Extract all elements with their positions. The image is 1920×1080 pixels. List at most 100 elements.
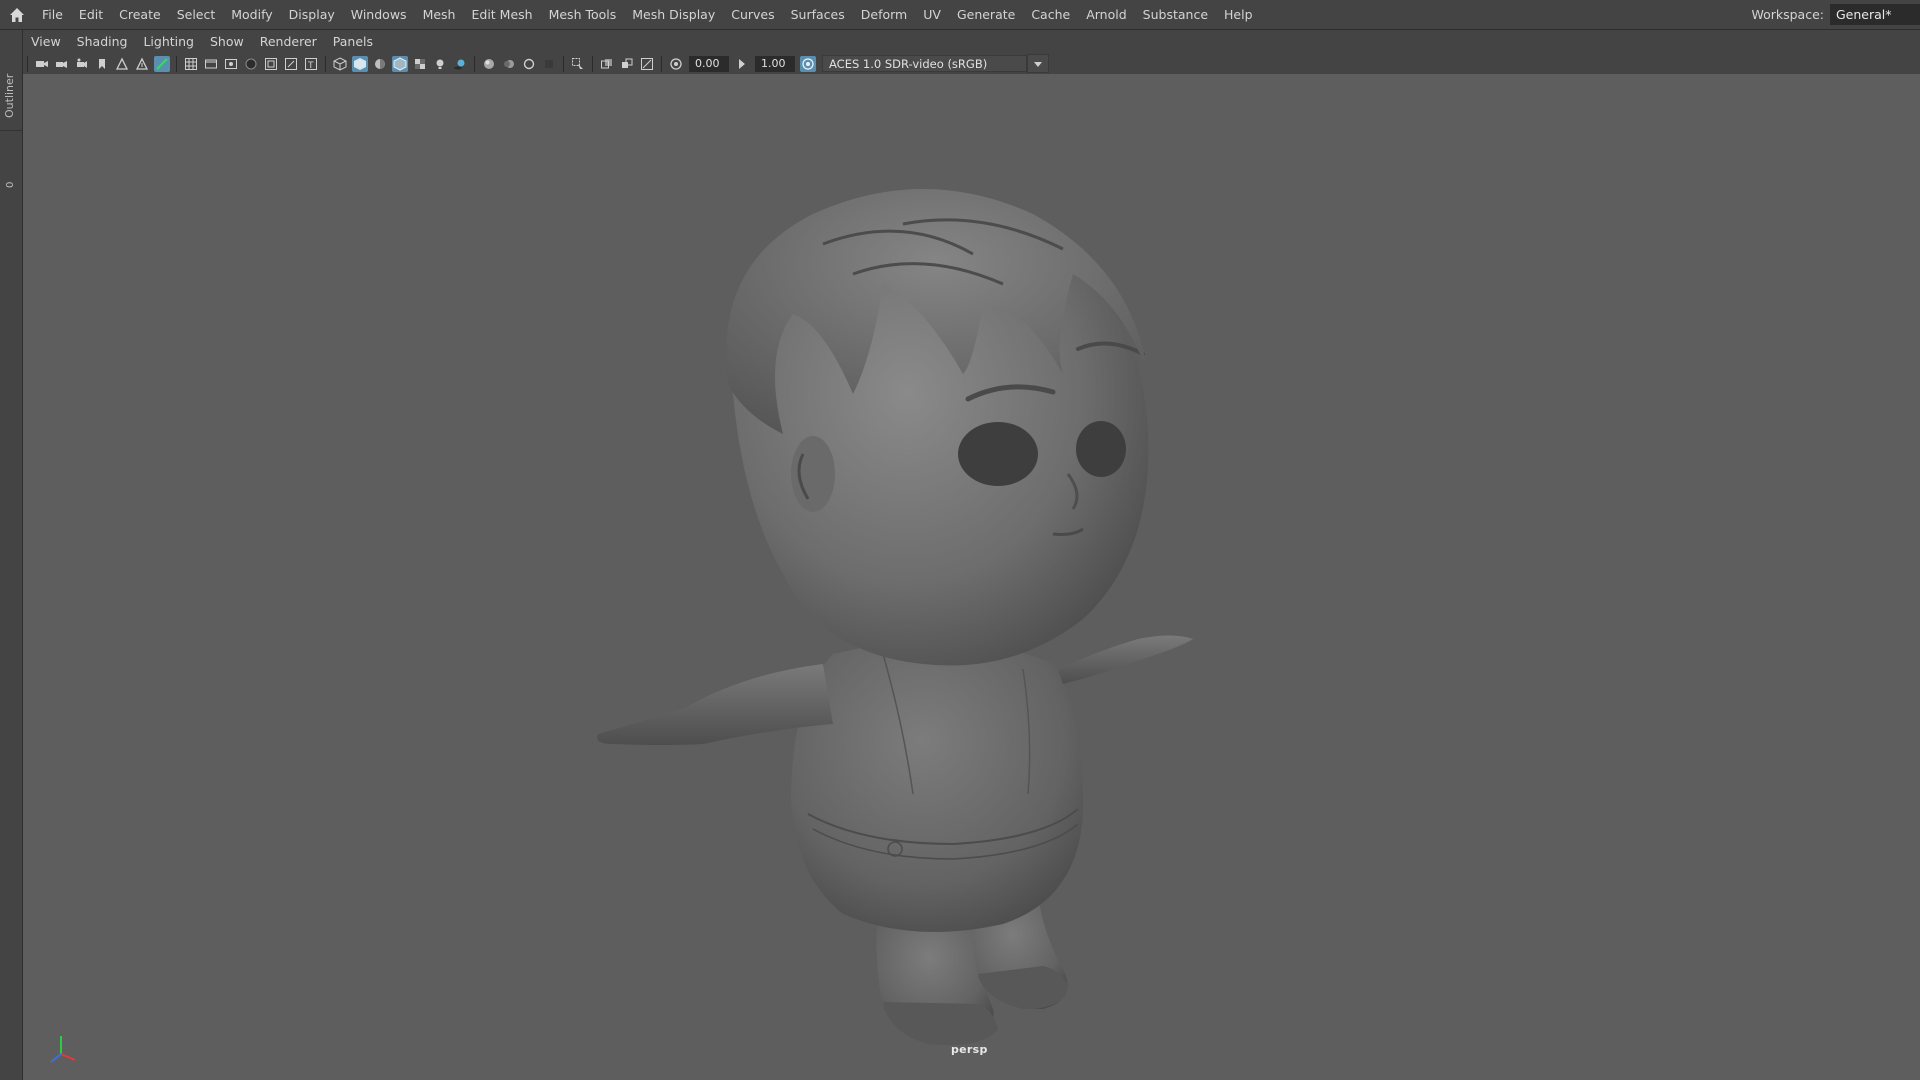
panel-toolbar: T 0.00 1.00 ACES 1.0 SDR-video (sRGB) xyxy=(23,53,1920,75)
exposure-field[interactable]: 0.00 xyxy=(689,55,729,72)
anti-aliasing-button[interactable] xyxy=(521,56,537,72)
panel-menu-shading[interactable]: Shading xyxy=(69,34,136,49)
menu-select[interactable]: Select xyxy=(169,0,224,29)
view-transform-dropdown[interactable]: ACES 1.0 SDR-video (sRGB) xyxy=(822,55,1027,72)
2d-pan-zoom-button[interactable] xyxy=(134,56,150,72)
menu-substance[interactable]: Substance xyxy=(1135,0,1216,29)
xray-components-icon xyxy=(622,58,633,68)
safe-action-button[interactable] xyxy=(283,56,299,72)
xray-active-components-button[interactable] xyxy=(619,56,635,72)
menu-modify[interactable]: Modify xyxy=(223,0,280,29)
workspace-label: Workspace: xyxy=(1751,7,1824,22)
outliner-tab[interactable]: Outliner xyxy=(3,74,16,118)
outliner-count: 0 xyxy=(5,181,16,188)
smooth-shade-cube-icon xyxy=(354,57,366,70)
xray-icon xyxy=(601,58,612,68)
menu-surfaces[interactable]: Surfaces xyxy=(783,0,853,29)
workspace-selector: Workspace: General* xyxy=(1751,0,1920,29)
menu-deform[interactable]: Deform xyxy=(853,0,915,29)
toolbar-separator xyxy=(661,55,662,72)
gamma-toggle-button[interactable] xyxy=(734,56,750,72)
bookmark-icon xyxy=(99,58,105,69)
wireframe-button[interactable] xyxy=(332,56,348,72)
panel-menu-renderer[interactable]: Renderer xyxy=(252,34,325,49)
panel-menu-view[interactable]: View xyxy=(23,34,69,49)
field-chart-button[interactable] xyxy=(263,56,279,72)
menu-mesh[interactable]: Mesh xyxy=(415,0,464,29)
shadows-button[interactable] xyxy=(452,56,468,72)
grid-icon xyxy=(185,57,197,70)
menu-cache[interactable]: Cache xyxy=(1023,0,1078,29)
left-side-strip: Outliner 0 xyxy=(0,30,23,1080)
toolbar-separator xyxy=(325,55,326,72)
use-all-lights-button[interactable] xyxy=(432,56,448,72)
motion-blur-icon xyxy=(504,59,514,68)
menu-edit[interactable]: Edit xyxy=(71,0,111,29)
isolate-select-icon xyxy=(572,57,583,69)
gate-mask-button[interactable] xyxy=(243,56,259,72)
toolbar-separator xyxy=(27,55,28,72)
bookmark-button[interactable] xyxy=(94,56,110,72)
film-gate-button[interactable] xyxy=(203,56,219,72)
motion-blur-button[interactable] xyxy=(501,56,517,72)
menu-mesh-tools[interactable]: Mesh Tools xyxy=(541,0,625,29)
camera-attributes-icon xyxy=(77,58,87,68)
wireframe-on-shaded-icon xyxy=(393,57,407,70)
menu-uv[interactable]: UV xyxy=(915,0,949,29)
screen-space-ao-button[interactable] xyxy=(481,56,497,72)
depth-of-field-button[interactable] xyxy=(541,56,557,72)
toolbar-separator xyxy=(176,55,177,72)
menu-curves[interactable]: Curves xyxy=(723,0,782,29)
main-menu-bar: File Edit Create Select Modify Display W… xyxy=(0,0,1920,30)
wireframe-on-shaded-button[interactable] xyxy=(392,55,408,72)
panel-menu-panels[interactable]: Panels xyxy=(325,34,381,49)
menu-mesh-display[interactable]: Mesh Display xyxy=(624,0,723,29)
home-icon xyxy=(10,7,24,22)
panel-menu-bar: View Shading Lighting Show Renderer Pane… xyxy=(23,30,1920,53)
perspective-viewport[interactable]: persp xyxy=(23,74,1920,1080)
menu-arnold[interactable]: Arnold xyxy=(1078,0,1134,29)
grid-button[interactable] xyxy=(183,56,199,72)
camera-name-label: persp xyxy=(951,1043,988,1056)
workspace-dropdown[interactable]: General* xyxy=(1830,4,1920,25)
smooth-shade-button[interactable] xyxy=(352,55,368,72)
image-plane-icon xyxy=(115,57,129,70)
xray-button[interactable] xyxy=(599,56,615,72)
gamma-icon xyxy=(739,58,745,69)
toolbar-separator xyxy=(592,55,593,72)
textured-button[interactable] xyxy=(412,56,428,72)
select-camera-button[interactable] xyxy=(34,56,50,72)
toolbar-separator xyxy=(474,55,475,72)
resolution-gate-button[interactable] xyxy=(223,56,239,72)
color-management-button[interactable] xyxy=(800,55,816,72)
camera-attributes-button[interactable] xyxy=(74,56,90,72)
safe-title-button[interactable]: T xyxy=(303,56,319,72)
menu-create[interactable]: Create xyxy=(111,0,169,29)
panel-menu-lighting[interactable]: Lighting xyxy=(135,34,202,49)
menu-file[interactable]: File xyxy=(34,0,71,29)
view-transform-dropdown-arrow[interactable] xyxy=(1027,54,1049,73)
menu-generate[interactable]: Generate xyxy=(949,0,1023,29)
ambient-occlusion-icon xyxy=(484,58,494,69)
panel-menu-show[interactable]: Show xyxy=(202,34,252,49)
xray-joints-button[interactable] xyxy=(639,56,655,72)
home-button[interactable] xyxy=(0,0,34,29)
xray-joints-icon xyxy=(641,57,653,70)
pan-zoom-icon xyxy=(135,57,149,70)
menu-windows[interactable]: Windows xyxy=(343,0,415,29)
checker-icon xyxy=(415,58,425,69)
grease-pencil-button[interactable] xyxy=(154,55,170,72)
default-material-button[interactable] xyxy=(372,56,388,72)
menu-display[interactable]: Display xyxy=(281,0,343,29)
shadow-icon xyxy=(454,59,465,69)
lock-camera-button[interactable] xyxy=(54,56,70,72)
menu-help[interactable]: Help xyxy=(1216,0,1261,29)
camera-lock-icon xyxy=(56,60,67,68)
view-axis-gizmo-icon xyxy=(50,1036,76,1063)
gamma-field[interactable]: 1.00 xyxy=(755,55,795,72)
menu-edit-mesh[interactable]: Edit Mesh xyxy=(463,0,540,29)
exposure-icon xyxy=(670,57,682,70)
image-plane-button[interactable] xyxy=(114,56,130,72)
exposure-toggle-button[interactable] xyxy=(668,56,684,72)
isolate-select-button[interactable] xyxy=(570,56,586,72)
